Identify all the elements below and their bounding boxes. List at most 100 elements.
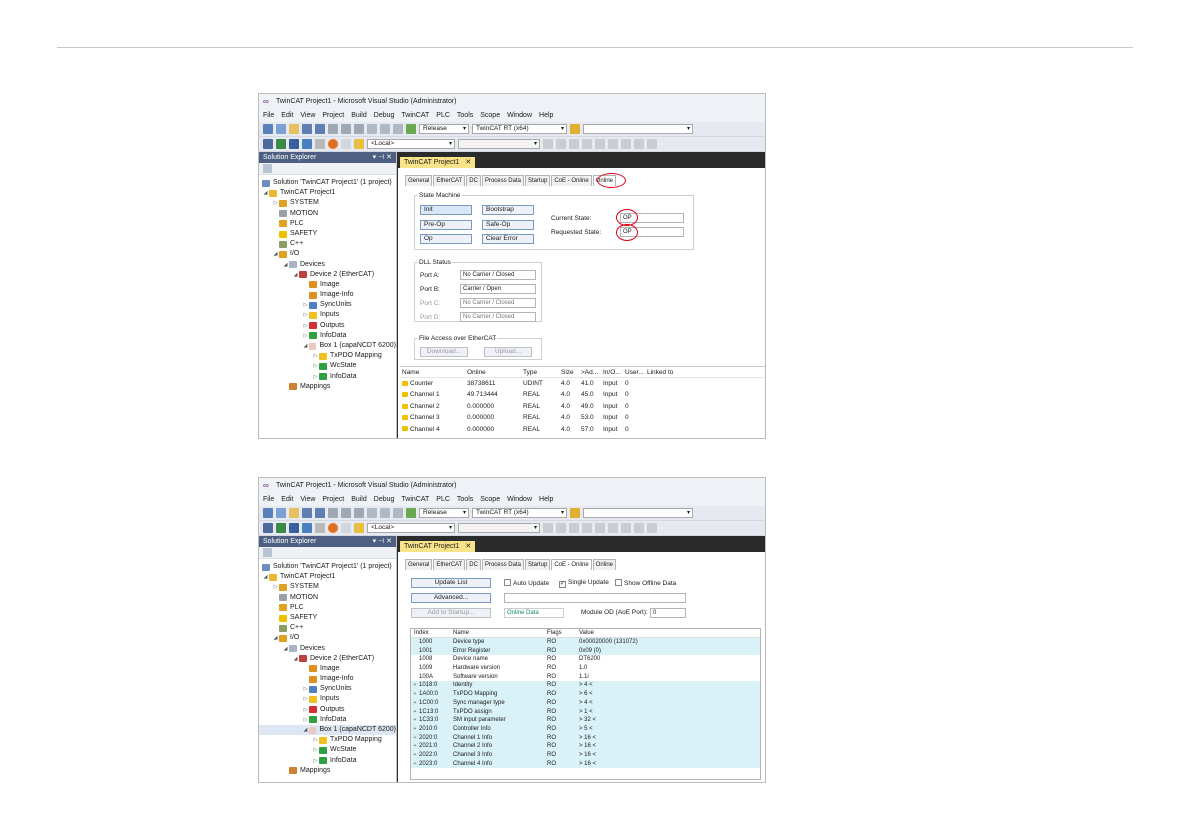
menu-build[interactable]: Build <box>351 496 367 503</box>
scan-icon[interactable] <box>315 523 325 533</box>
open-icon[interactable] <box>289 508 299 518</box>
expanded-arrow-icon[interactable]: ◢ <box>302 341 309 351</box>
col-user[interactable]: User... <box>625 367 647 377</box>
tab-process-data[interactable]: Process Data <box>481 559 524 570</box>
expanded-arrow-icon[interactable]: ◢ <box>292 270 299 280</box>
collapsed-arrow-icon[interactable]: ▷ <box>302 694 309 704</box>
expand-icon[interactable]: + <box>411 690 419 699</box>
collapsed-arrow-icon[interactable]: ▷ <box>302 331 309 341</box>
tree-node-box-infodata[interactable]: ▷ InfoData <box>259 756 396 766</box>
menu-debug[interactable]: Debug <box>374 496 395 503</box>
coe-row[interactable]: +1C33:0 SM input parameter RO > 32 < <box>411 716 760 725</box>
collapsed-arrow-icon[interactable]: ▷ <box>302 715 309 725</box>
plc-project-select[interactable] <box>458 139 540 149</box>
tree-node-devices[interactable]: ◢ Devices <box>259 644 396 654</box>
toggle-freerun-icon[interactable] <box>328 523 338 533</box>
login-icon[interactable] <box>543 139 553 149</box>
expand-icon[interactable]: + <box>411 725 419 734</box>
menu-plc[interactable]: PLC <box>436 496 450 503</box>
tree-node-inputs[interactable]: ▷ Inputs <box>259 694 396 704</box>
tree-node-motion[interactable]: MOTION <box>259 593 396 603</box>
stop-icon[interactable] <box>569 139 579 149</box>
tab-startup[interactable]: Startup <box>524 175 551 186</box>
activate-config-icon[interactable] <box>276 523 286 533</box>
expand-icon[interactable] <box>411 664 419 673</box>
show-sub-items-icon[interactable] <box>341 139 351 149</box>
collapsed-arrow-icon[interactable]: ▷ <box>272 582 279 592</box>
cut-icon[interactable] <box>328 124 338 134</box>
expand-icon[interactable]: + <box>411 734 419 743</box>
expanded-arrow-icon[interactable]: ◢ <box>262 188 269 198</box>
tree-node-safety[interactable]: SAFETY <box>259 613 396 623</box>
tab-general[interactable]: General <box>405 175 433 186</box>
open-icon[interactable] <box>289 124 299 134</box>
expanded-arrow-icon[interactable]: ◢ <box>282 260 289 270</box>
target-system-select[interactable]: <Local> <box>367 139 455 149</box>
tree-node-outputs[interactable]: ▷ Outputs <box>259 321 396 331</box>
menu-build[interactable]: Build <box>351 112 367 119</box>
save-all-icon[interactable] <box>315 124 325 134</box>
collapsed-arrow-icon[interactable]: ▷ <box>302 684 309 694</box>
twincat-icon[interactable] <box>263 139 273 149</box>
col-address[interactable]: >Ad... <box>581 367 603 377</box>
tree-node-syncunits[interactable]: ▷ SyncUnits <box>259 684 396 694</box>
module-od-field[interactable]: 0 <box>650 608 686 618</box>
expand-icon[interactable]: + <box>411 708 419 717</box>
tree-node-syncunits[interactable]: ▷ SyncUnits <box>259 300 396 310</box>
collapsed-arrow-icon[interactable]: ▷ <box>312 745 319 755</box>
activate-config-icon[interactable] <box>276 139 286 149</box>
step-out-icon[interactable] <box>621 523 631 533</box>
redo-icon[interactable] <box>380 124 390 134</box>
coe-row[interactable]: 1000 Device type RO 0x00020000 (131072) <box>411 638 760 647</box>
document-tab[interactable]: TwinCAT Project1 ✕ <box>400 541 476 552</box>
menu-view[interactable]: View <box>300 496 315 503</box>
expand-icon[interactable]: + <box>411 760 419 769</box>
menu-debug[interactable]: Debug <box>374 112 395 119</box>
platform-select[interactable]: TwinCAT RT (x64) <box>472 124 567 134</box>
login-icon[interactable] <box>543 523 553 533</box>
target-system-select[interactable]: <Local> <box>367 523 455 533</box>
expand-icon[interactable] <box>411 673 419 682</box>
collapsed-arrow-icon[interactable]: ▷ <box>312 735 319 745</box>
expand-icon[interactable]: + <box>411 681 419 690</box>
coe-row[interactable]: +1C00:0 Sync manager type RO > 4 < <box>411 698 760 708</box>
collapsed-arrow-icon[interactable]: ▷ <box>312 351 319 361</box>
step-over-icon[interactable] <box>595 523 605 533</box>
tree-node-safety[interactable]: SAFETY <box>259 229 396 239</box>
tree-node-project[interactable]: ◢ TwinCAT Project1 <box>259 188 396 198</box>
tree-node-solution[interactable]: Solution 'TwinCAT Project1' (1 project) <box>259 178 396 188</box>
restart-icon[interactable] <box>289 139 299 149</box>
expand-icon[interactable] <box>411 655 419 664</box>
scan-icon[interactable] <box>315 139 325 149</box>
menu-twincat[interactable]: TwinCAT <box>401 112 429 119</box>
collapsed-arrow-icon[interactable]: ▷ <box>302 300 309 310</box>
redo-icon[interactable] <box>380 508 390 518</box>
reload-icon[interactable] <box>302 523 312 533</box>
checkbox-icon[interactable] <box>615 579 622 586</box>
checkbox-checked-icon[interactable]: ✓ <box>559 581 566 588</box>
col-value[interactable]: Value <box>579 629 669 637</box>
navigate-icon[interactable] <box>393 508 403 518</box>
tree-node-image[interactable]: Image <box>259 280 396 290</box>
cut-icon[interactable] <box>328 508 338 518</box>
collapsed-arrow-icon[interactable]: ▷ <box>302 310 309 320</box>
find-select[interactable] <box>583 124 693 134</box>
close-tab-icon[interactable]: ✕ <box>465 543 471 550</box>
home-icon[interactable] <box>263 164 272 173</box>
tree-node-wcstate[interactable]: ▷ WcState <box>259 745 396 755</box>
tree-node-image-info[interactable]: Image-Info <box>259 290 396 300</box>
find-icon[interactable] <box>570 124 580 134</box>
start-icon[interactable] <box>406 508 416 518</box>
tree-node-image-info[interactable]: Image-Info <box>259 674 396 684</box>
tab-dc[interactable]: DC <box>466 175 481 186</box>
table-row[interactable]: Channel 4 0.000000 REAL 4.0 57.0 Input 0 <box>400 424 765 435</box>
tree-node-solution[interactable]: Solution 'TwinCAT Project1' (1 project) <box>259 562 396 572</box>
breakpoint-icon[interactable] <box>634 523 644 533</box>
close-tab-icon[interactable]: ✕ <box>465 159 471 166</box>
collapsed-arrow-icon[interactable]: ▷ <box>302 705 309 715</box>
col-online[interactable]: Online <box>467 367 523 377</box>
coe-row[interactable]: +1C13:0 TxPDO assign RO > 1 < <box>411 707 760 717</box>
tree-node-cpp[interactable]: C++ <box>259 239 396 249</box>
tree-node-plc[interactable]: PLC <box>259 219 396 229</box>
tab-ethercat[interactable]: EtherCAT <box>433 175 466 186</box>
